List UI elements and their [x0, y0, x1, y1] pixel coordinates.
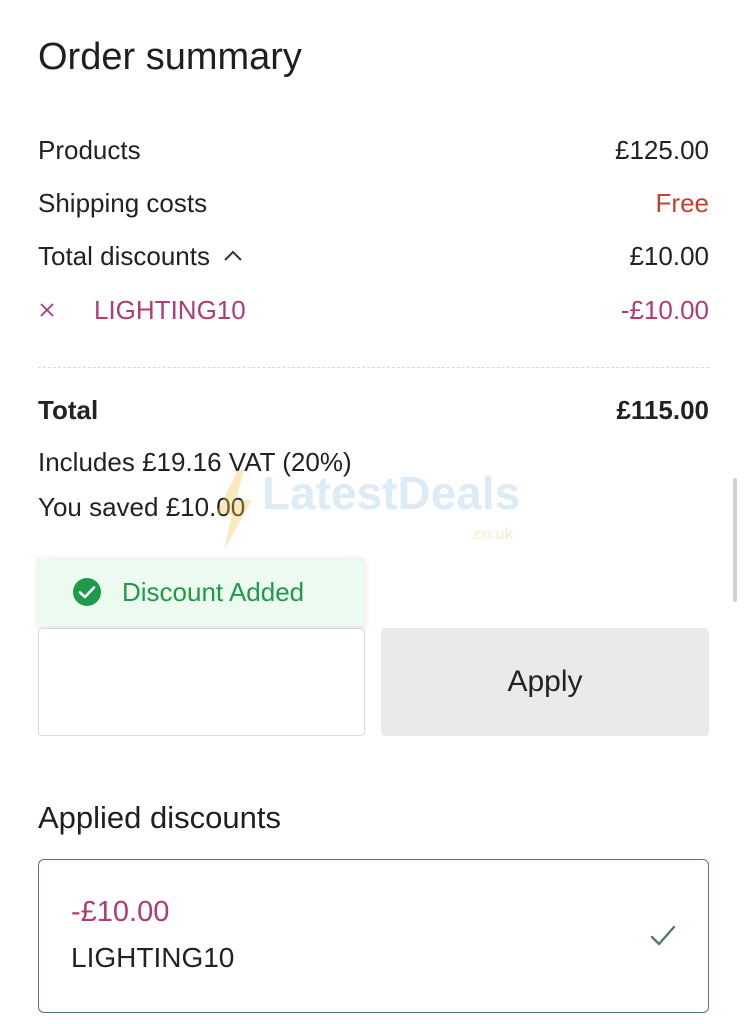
- scrollbar[interactable]: [733, 478, 737, 602]
- total-discounts-toggle[interactable]: Total discounts: [38, 241, 244, 272]
- shipping-value: Free: [655, 187, 709, 218]
- applied-discount-amount: -£10.00: [71, 896, 170, 928]
- order-summary-page: Order summary Products £125.00 Shipping …: [0, 0, 747, 1024]
- discount-code-input[interactable]: [38, 628, 365, 736]
- watermark-logo: LatestDeals .co.uk: [212, 470, 520, 550]
- total-discounts-label: Total discounts: [38, 240, 210, 271]
- close-icon[interactable]: [38, 301, 56, 319]
- check-circle-icon: [73, 578, 101, 606]
- applied-discounts-title: Applied discounts: [38, 800, 281, 835]
- summary-divider: [38, 367, 709, 368]
- applied-discount-code: LIGHTING10: [71, 942, 235, 973]
- products-value: £125.00: [615, 134, 709, 165]
- watermark-suffix: .co.uk: [470, 526, 513, 543]
- shipping-row: Shipping costs Free: [38, 185, 709, 221]
- discount-added-toast: Discount Added: [38, 558, 365, 626]
- products-row: Products £125.00: [38, 132, 709, 168]
- shipping-label: Shipping costs: [38, 187, 208, 218]
- discount-code-label: LIGHTING10: [94, 294, 246, 325]
- discount-code-value: -£10.00: [620, 294, 709, 325]
- checkmark-icon: [650, 925, 676, 946]
- saved-text: You saved £10.00: [38, 492, 246, 522]
- apply-button[interactable]: Apply: [381, 628, 709, 736]
- page-title: Order summary: [38, 36, 302, 78]
- total-row: Total £115.00: [38, 392, 709, 428]
- applied-discount-card[interactable]: -£10.00 LIGHTING10: [38, 859, 709, 1013]
- total-label: Total: [38, 394, 99, 425]
- vat-text: Includes £19.16 VAT (20%): [38, 447, 352, 477]
- discount-code-row: LIGHTING10 -£10.00: [38, 292, 709, 328]
- toast-message: Discount Added: [122, 576, 305, 607]
- products-label: Products: [38, 134, 141, 165]
- total-discounts-value: £10.00: [629, 240, 709, 271]
- total-discounts-row[interactable]: Total discounts £10.00: [38, 238, 709, 274]
- total-value: £115.00: [616, 394, 709, 425]
- chevron-up-icon[interactable]: [222, 245, 244, 267]
